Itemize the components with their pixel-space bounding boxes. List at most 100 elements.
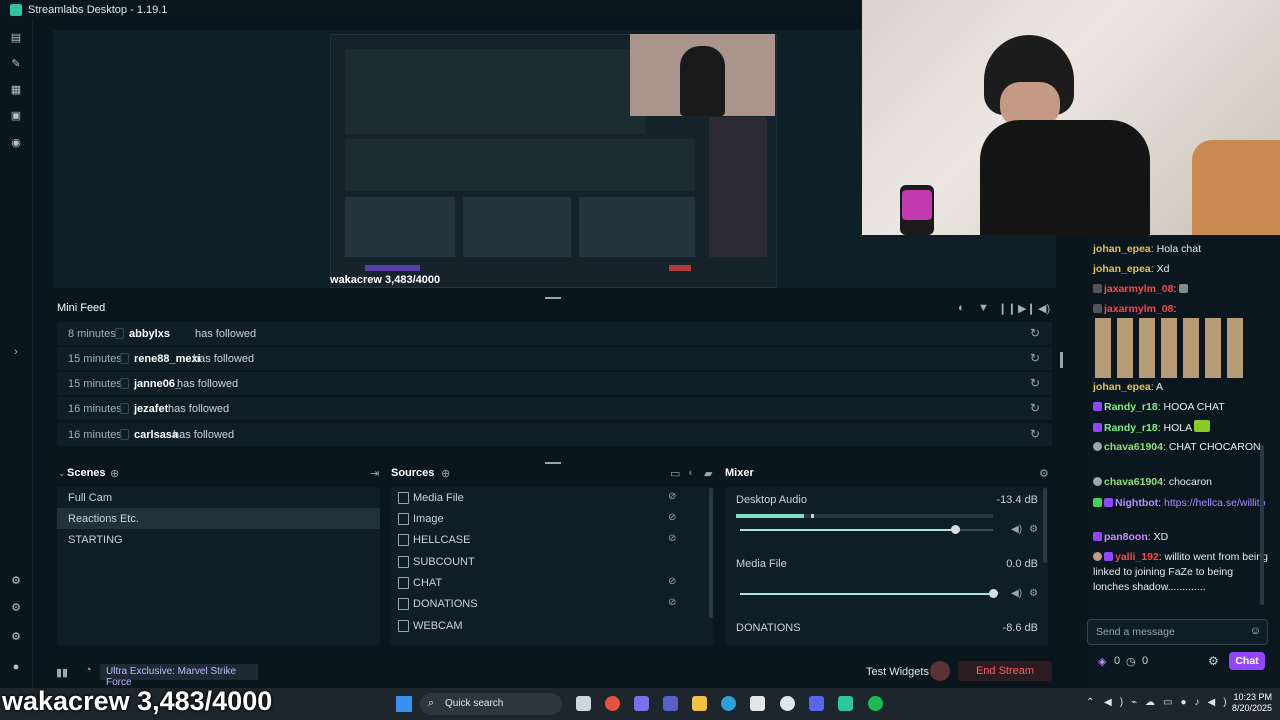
editor-icon[interactable]: ▤ xyxy=(10,32,22,44)
volume-slider[interactable] xyxy=(740,589,998,598)
source-item[interactable]: CHAT ⊘ xyxy=(390,572,690,593)
discord-icon[interactable] xyxy=(809,696,824,711)
emoji-icon[interactable]: ☺ xyxy=(1250,625,1261,637)
mixer-settings-icon[interactable]: ⚙ xyxy=(1039,467,1049,480)
task-view-icon[interactable] xyxy=(576,696,591,711)
file-explorer-icon[interactable] xyxy=(692,696,707,711)
windows-start-icon[interactable] xyxy=(396,696,412,712)
camera-icon xyxy=(398,620,409,632)
mute-icon[interactable]: ◀) xyxy=(1011,588,1022,599)
volume-slider[interactable] xyxy=(740,525,993,534)
chat-input[interactable]: Send a message ☺ xyxy=(1087,619,1268,645)
profile-icon[interactable]: ● xyxy=(10,661,22,673)
tray-chevron-icon[interactable]: ⌃ xyxy=(1086,697,1094,708)
webcam-feed xyxy=(862,0,1280,235)
record-button[interactable] xyxy=(930,661,950,681)
source-item[interactable]: SUBCOUNT xyxy=(390,551,690,572)
source-item[interactable]: HELLCASE ⊘ xyxy=(390,529,690,550)
feed-scrollbar[interactable] xyxy=(1060,352,1063,368)
expand-chevron-icon[interactable]: › xyxy=(10,346,22,358)
feed-row: 16 minutes carlsasa has followed ↻ xyxy=(57,423,1052,446)
channel-settings-icon[interactable]: ⚙ xyxy=(1029,524,1038,535)
source-audio-icon[interactable]: ◐ xyxy=(688,467,695,479)
timer-icon[interactable]: ◷ xyxy=(1126,655,1136,668)
scene-item[interactable]: Reactions Etc. xyxy=(57,508,380,529)
add-scene-icon[interactable]: ⊕ xyxy=(110,467,119,480)
promo-banner[interactable]: Ultra Exclusive: Marvel Strike Force xyxy=(100,664,258,688)
chat-message: pan8oon: XD xyxy=(1093,530,1268,545)
source-item[interactable]: WEBCAM xyxy=(390,615,690,636)
store-app-icon[interactable] xyxy=(750,696,765,711)
copilot-icon[interactable] xyxy=(634,696,649,711)
stats-icon[interactable]: ▮▮ xyxy=(56,666,68,679)
chat-send-button[interactable]: Chat xyxy=(1229,652,1265,670)
shield-icon[interactable]: ◐ xyxy=(958,302,965,314)
chat-scrollbar[interactable] xyxy=(1260,445,1264,605)
mixer-scrollbar[interactable] xyxy=(1043,488,1047,563)
themes-icon[interactable]: ✎ xyxy=(10,58,22,70)
streamlabs-logo-icon xyxy=(10,4,22,16)
chat-message: chava61904: chocaron xyxy=(1093,475,1268,490)
volume-knob[interactable] xyxy=(989,589,998,598)
replay-icon[interactable]: ↻ xyxy=(1030,401,1040,415)
edge-icon[interactable] xyxy=(721,696,736,711)
sources-scrollbar[interactable] xyxy=(709,488,713,618)
record-icon[interactable]: ◉ xyxy=(10,137,22,149)
emote-grid xyxy=(1095,318,1243,378)
layout-icon[interactable]: ▣ xyxy=(10,110,22,122)
resize-handle[interactable] xyxy=(545,462,561,464)
mixer-panel: Desktop Audio -13.4 dB ◀) ⚙ Media File 0… xyxy=(725,487,1048,645)
scene-item[interactable]: STARTING xyxy=(57,529,380,550)
visibility-icon[interactable]: ⊘ xyxy=(668,533,676,544)
integrations-icon[interactable]: ⚙ xyxy=(10,575,22,587)
filter-icon[interactable]: ▼ xyxy=(978,302,989,314)
plugins-icon[interactable]: ⚙ xyxy=(10,602,22,614)
test-widgets-button[interactable]: Test Widgets xyxy=(866,666,929,678)
points-icon[interactable]: ◈ xyxy=(1098,655,1106,668)
teams-icon[interactable] xyxy=(663,696,678,711)
chat-settings-icon[interactable]: ⚙ xyxy=(1208,654,1219,668)
source-item[interactable]: Media File ⊘ xyxy=(390,487,690,508)
audio-meter xyxy=(736,514,993,518)
app-icon[interactable] xyxy=(780,696,795,711)
replay-icon[interactable]: ↻ xyxy=(1030,326,1040,340)
scene-item[interactable]: Full Cam xyxy=(57,487,380,508)
volume-knob[interactable] xyxy=(951,525,961,534)
chat-message: Randy_r18: HOLA xyxy=(1093,420,1268,436)
end-stream-button[interactable]: End Stream xyxy=(958,661,1052,681)
notification-icon[interactable]: ◔ xyxy=(85,664,92,676)
source-settings-icon[interactable]: ▭ xyxy=(670,467,680,480)
streamlabs-taskbar-icon[interactable] xyxy=(838,696,853,711)
feed-row: 16 minutes jezafet has followed ↻ xyxy=(57,397,1052,420)
file-icon xyxy=(398,492,409,504)
sources-title: Sources xyxy=(391,467,435,479)
channel-settings-icon[interactable]: ⚙ xyxy=(1029,588,1038,599)
taskbar-clock[interactable]: 10:23 PM 8/20/2025 xyxy=(1222,692,1272,714)
taskbar-search[interactable]: ⌕ Quick search xyxy=(420,693,562,715)
spotify-icon[interactable] xyxy=(868,696,883,711)
skip-icon[interactable]: ▶❙ xyxy=(1018,302,1036,315)
visibility-icon[interactable]: ⊘ xyxy=(668,512,676,523)
add-source-icon[interactable]: ⊕ xyxy=(441,467,450,480)
mute-icon[interactable]: ◀) xyxy=(1011,524,1022,535)
badge-icon xyxy=(1093,423,1102,432)
pause-icon[interactable]: ❙❙ xyxy=(998,302,1016,315)
tray-icons[interactable]: ◀)⌁☁▭●♪◀) xyxy=(1104,697,1235,708)
folder-icon[interactable]: ▰ xyxy=(704,467,712,480)
visibility-icon[interactable]: ⊘ xyxy=(668,597,676,608)
volume-icon[interactable]: ◀) xyxy=(1038,302,1050,315)
settings-icon[interactable]: ⚙ xyxy=(10,631,22,643)
visibility-icon[interactable]: ⊘ xyxy=(668,576,676,587)
collapse-chevron-icon[interactable]: ⌄ xyxy=(58,468,66,479)
source-item[interactable]: DONATIONS ⊘ xyxy=(390,593,690,614)
resize-handle[interactable] xyxy=(545,297,561,299)
store-icon[interactable]: ▦ xyxy=(10,84,22,96)
source-item[interactable]: Image ⊘ xyxy=(390,508,690,529)
replay-icon[interactable]: ↻ xyxy=(1030,376,1040,390)
visibility-icon[interactable]: ⊘ xyxy=(668,491,676,502)
chrome-icon[interactable] xyxy=(605,696,620,711)
replay-icon[interactable]: ↻ xyxy=(1030,427,1040,441)
replay-icon[interactable]: ↻ xyxy=(1030,351,1040,365)
minifeed-title: Mini Feed xyxy=(57,302,106,314)
scene-transitions-icon[interactable]: ⇥ xyxy=(370,467,379,480)
